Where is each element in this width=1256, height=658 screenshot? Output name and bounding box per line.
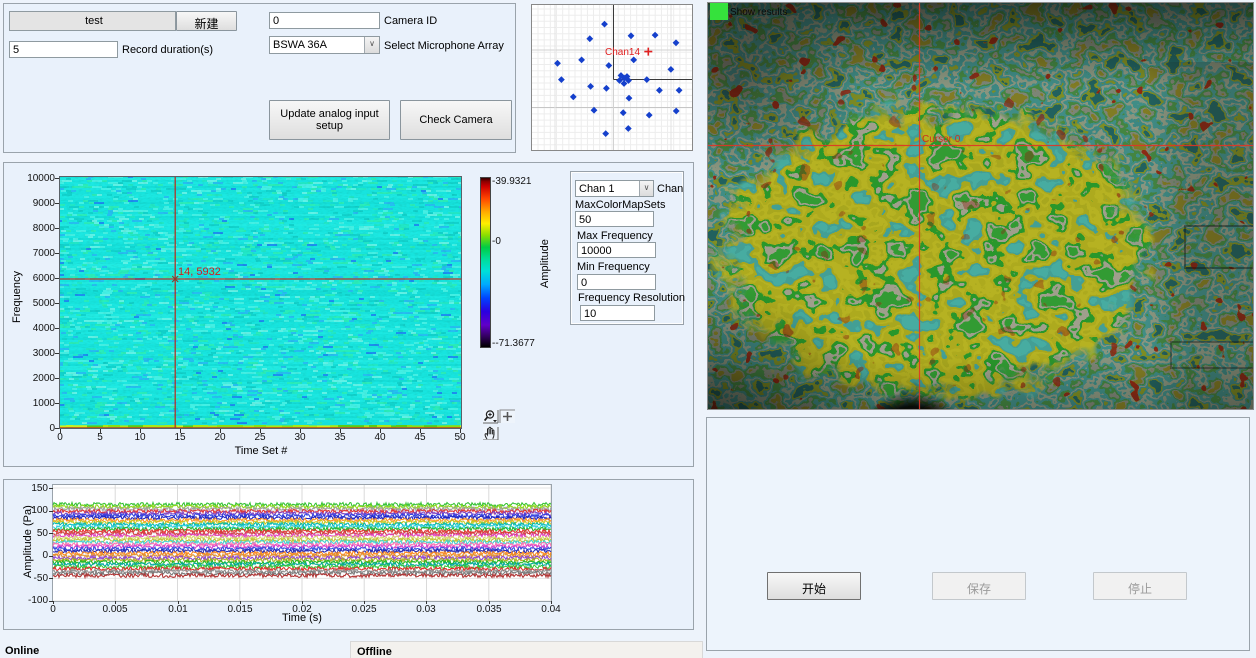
svg-text:Cursor 0: Cursor 0 — [922, 134, 961, 145]
svg-text:Chan14: Chan14 — [605, 47, 640, 58]
svg-text:14, 5932: 14, 5932 — [178, 266, 221, 278]
svg-text:Show results: Show results — [730, 7, 787, 18]
